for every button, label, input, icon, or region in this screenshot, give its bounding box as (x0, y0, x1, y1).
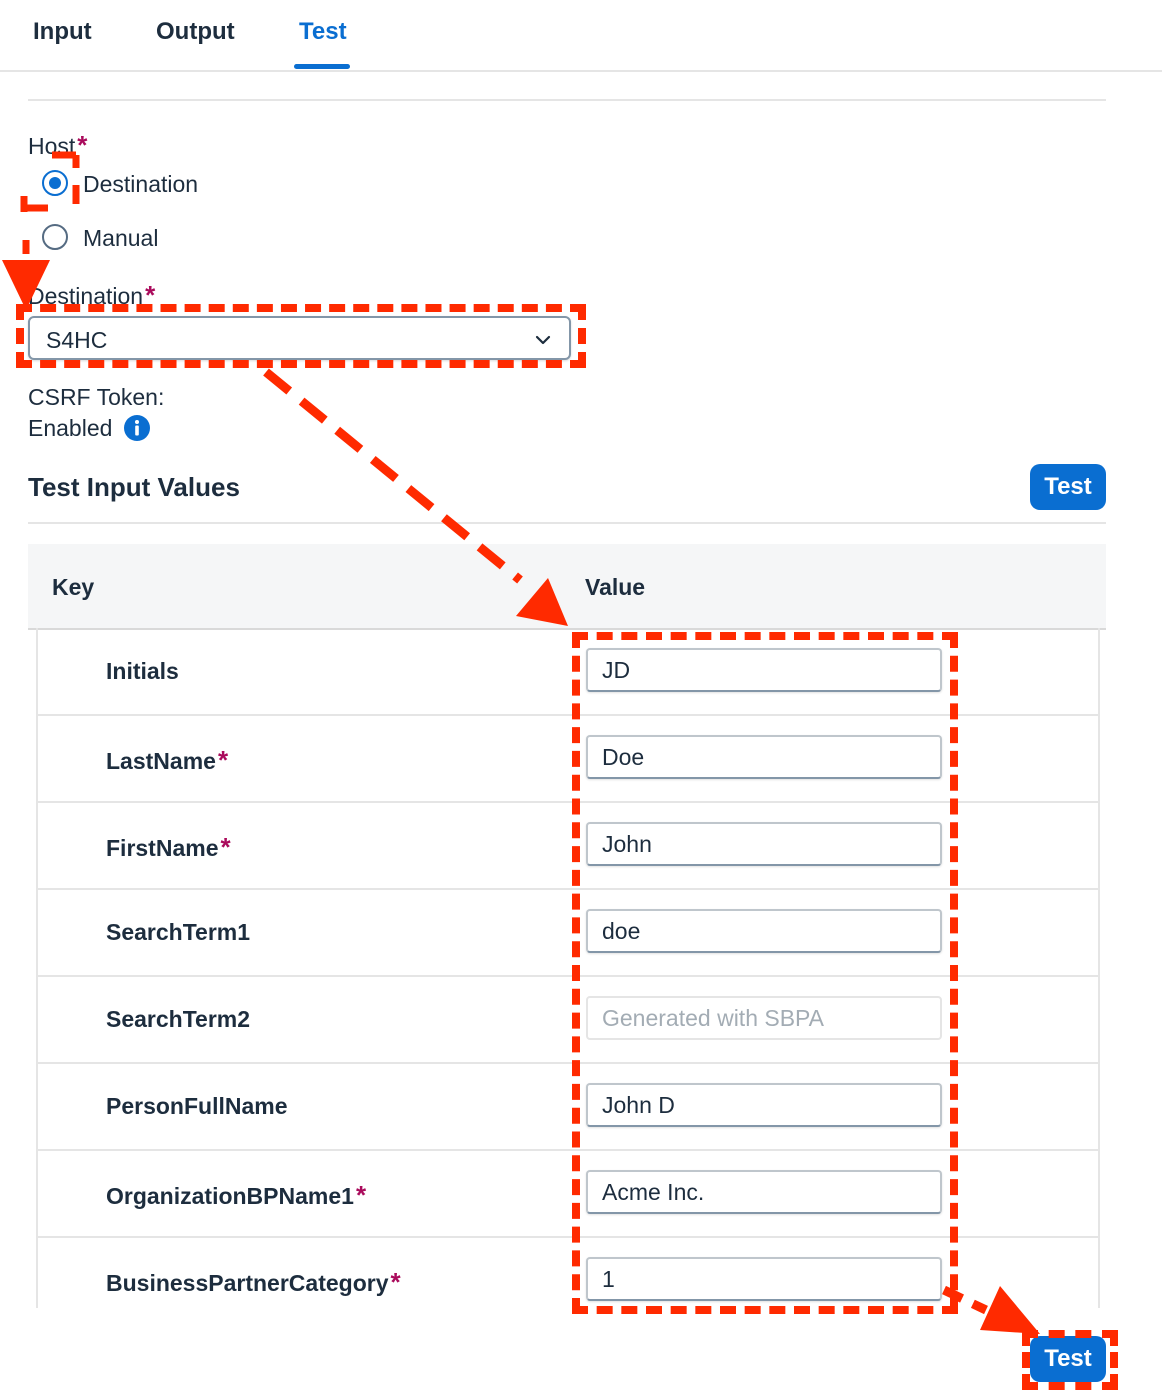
radio-highlight-marker (20, 151, 80, 212)
annotation-overlay (2, 151, 1040, 1334)
corner-arrow-icon (942, 1285, 1040, 1334)
diagonal-arrow-icon (263, 368, 568, 626)
down-arrow-icon (2, 240, 50, 310)
